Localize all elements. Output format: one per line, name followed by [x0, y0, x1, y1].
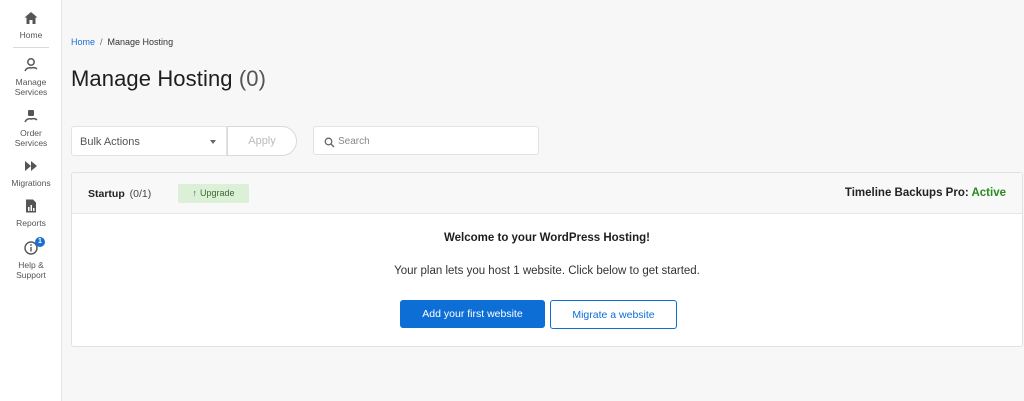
chevron-down-icon [210, 140, 216, 144]
upgrade-label: Upgrade [199, 188, 235, 198]
add-first-website-button[interactable]: Add your first website [400, 300, 545, 328]
breadcrumb: Home / Manage Hosting [71, 37, 173, 47]
breadcrumb-current: Manage Hosting [107, 37, 174, 47]
sidebar-divider [13, 47, 49, 48]
sidebar-item-label: Order Services [14, 128, 48, 148]
plan-name: Startup [88, 188, 125, 200]
search-box [313, 126, 539, 155]
page-title: Manage Hosting (0) [71, 66, 266, 92]
sidebar-item-label: Help & Support [16, 260, 46, 280]
sidebar: Home Manage Services Order Services Migr… [0, 0, 62, 401]
home-icon [0, 10, 62, 28]
migrations-icon [0, 158, 62, 176]
bulk-actions-label: Bulk Actions [80, 136, 140, 148]
bulk-actions-select[interactable]: Bulk Actions [71, 126, 227, 156]
help-icon [0, 240, 62, 258]
breadcrumb-home-link[interactable]: Home [71, 37, 95, 47]
sidebar-item-home[interactable]: Home [0, 10, 62, 40]
sidebar-item-label: Manage Services [14, 77, 48, 97]
welcome-description: Your plan lets you host 1 website. Click… [394, 265, 700, 277]
backups-status: Timeline Backups Pro: Active [845, 187, 1006, 199]
help-badge: 1 [35, 237, 45, 247]
sidebar-item-label: Home [19, 30, 43, 40]
sidebar-item-label: Reports [16, 218, 46, 228]
sidebar-item-migrations[interactable]: Migrations [0, 158, 62, 188]
hosting-card: Startup (0/1) | ↑Upgrade Timeline Backup… [71, 172, 1023, 347]
page-title-count: (0) [238, 66, 267, 91]
page-title-text: Manage Hosting [71, 66, 233, 91]
breadcrumb-separator: / [100, 37, 103, 47]
sidebar-item-order-services[interactable]: Order Services [0, 108, 62, 148]
sidebar-item-help-support[interactable]: Help & Support [0, 240, 62, 280]
search-icon [324, 135, 335, 153]
welcome-heading: Welcome to your WordPress Hosting! [444, 232, 650, 244]
sidebar-item-label: Migrations [11, 178, 51, 188]
plan-slots: (0/1) [129, 188, 152, 200]
arrow-up-icon: ↑ [192, 188, 197, 198]
manage-services-icon [0, 57, 62, 75]
card-header: Startup (0/1) | ↑Upgrade Timeline Backup… [72, 173, 1022, 214]
order-services-icon [0, 108, 62, 126]
backups-label: Timeline Backups Pro: [844, 187, 969, 199]
sidebar-item-reports[interactable]: Reports [0, 198, 62, 228]
apply-button[interactable]: Apply [227, 126, 297, 156]
migrate-website-button[interactable]: Migrate a website [550, 300, 677, 329]
search-input[interactable] [338, 132, 533, 150]
plan-info: Startup (0/1) [88, 188, 151, 200]
backups-active-badge: Active [971, 187, 1006, 199]
upgrade-button[interactable]: ↑ Upgrade [178, 184, 249, 203]
sidebar-item-manage-services[interactable]: Manage Services [0, 57, 62, 97]
reports-icon [0, 198, 62, 216]
